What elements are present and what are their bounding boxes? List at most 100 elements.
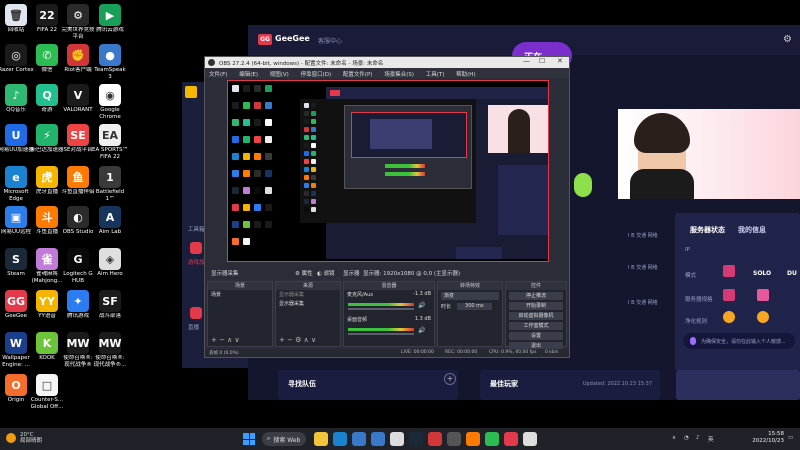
taskbar-app-riot[interactable] [428, 432, 442, 446]
weather-widget[interactable]: 20°C 局部晴朗 [6, 432, 42, 444]
menu-profile[interactable]: 配置文件(P) [343, 72, 373, 78]
input-language[interactable]: 英 [708, 435, 714, 443]
scene-controls[interactable]: + − ∧ ∨ [211, 336, 240, 344]
desktop-icon[interactable]: ◐ OBS Studio [60, 206, 96, 236]
desktop-icon[interactable]: □ Counter-S... Global Off... [29, 374, 65, 411]
taskbar-clock[interactable]: 15:58 2022/10/23 [752, 431, 784, 445]
display-select[interactable]: 显示器: 1920x1080 @ 0,0 (主显示器) [363, 269, 460, 277]
preview-icon [265, 221, 272, 228]
taskbar-app-geegee[interactable] [504, 432, 518, 446]
live-icon[interactable] [190, 307, 202, 319]
desktop-icon[interactable]: SF 战斗部落 [92, 290, 128, 320]
menu-scene-collection[interactable]: 场景集合(S) [384, 72, 414, 78]
desktop-icon[interactable]: ✊ Riot客户端 [60, 44, 96, 74]
volume-icon[interactable]: ♪ [696, 435, 700, 441]
desktop-icon-label: Google Chrome [99, 107, 121, 120]
speaker-icon[interactable]: 🔊 [418, 302, 425, 309]
studio-mode-button[interactable]: 工作室模式 [509, 322, 563, 330]
properties-button[interactable]: ⚙ 属性 [295, 269, 313, 277]
bitrate: 0 kb/s [545, 350, 559, 355]
tab-my-info[interactable]: 我的信息 [738, 225, 766, 235]
desktop-icon[interactable]: ◈ Aim Hero [92, 248, 128, 278]
preview-icon [254, 187, 261, 194]
desktop-icon[interactable]: MW 使命召唤®: 现代战争® [60, 332, 96, 369]
dropped-frames: 丢帧 0 (0.0%) [209, 351, 239, 356]
sidebar-item-live[interactable]: 直播 [188, 323, 199, 331]
filters-button[interactable]: ◐ 滤镜 [317, 269, 335, 277]
network-icon[interactable]: ◔ [684, 435, 689, 441]
best-player-panel[interactable]: 最佳玩家 Updated: 2022.10.23 15:37 [480, 370, 660, 400]
menu-file[interactable]: 文件(F) [209, 72, 227, 78]
duration-input[interactable]: 300 ms [457, 303, 492, 310]
desktop-icon[interactable]: 鱼斗鱼直播伴侣 [60, 166, 96, 196]
taskbar-app-wechat[interactable] [485, 432, 499, 446]
desktop-app-icon: GG [5, 290, 27, 312]
source-controls[interactable]: + − ⚙ ∧ ∨ [279, 336, 316, 344]
source-item-1[interactable]: 显示器采集 [276, 290, 340, 299]
sidebar-item-toolbox[interactable]: 工具箱 [188, 225, 205, 233]
transition-select[interactable]: 渐变 [441, 292, 499, 300]
boost-icon[interactable] [190, 242, 202, 254]
start-recording-button[interactable]: 开始录制 [509, 302, 563, 310]
taskbar-app-chrome[interactable] [390, 432, 404, 446]
mic-icon[interactable] [690, 337, 696, 345]
desktop-app-icon: S [5, 248, 27, 270]
gear-icon[interactable]: ⚙ [783, 34, 792, 45]
message-input[interactable]: 为确保安全，请勿在此输入个人敏感... [683, 333, 795, 349]
client-logo-icon [185, 86, 197, 98]
taskbar-app-mail[interactable] [371, 432, 385, 446]
virtual-camera-button[interactable]: 启动虚拟摄像机 [509, 312, 563, 320]
menu-help[interactable]: 帮助(H) [456, 72, 475, 78]
taskbar-app-file-explorer[interactable] [314, 432, 328, 446]
taskbar-app-obs[interactable] [447, 432, 461, 446]
preview-icon [232, 170, 239, 177]
desktop-icon[interactable]: V VALORANT [60, 84, 96, 114]
preview-status-card [498, 165, 548, 235]
desktop-icon[interactable]: ⚙ 完美世界竞技平台 [60, 4, 96, 41]
speaker-icon-2[interactable]: 🔊 [418, 327, 425, 334]
desktop-icon[interactable]: ▶ 腾讯云游戏 [92, 4, 128, 34]
desktop-icon[interactable]: EA EA SPORTS™ FIFA 22 [92, 124, 128, 161]
taskbar-app-game[interactable] [466, 432, 480, 446]
menu-view[interactable]: 视图(V) [270, 72, 289, 78]
menu-tools[interactable]: 工具(T) [426, 72, 445, 78]
obs-window[interactable]: OBS 27.2.4 (64-bit, windows) - 配置文件: 未命名… [204, 56, 570, 358]
duration-label: 时长 [441, 304, 452, 310]
scene-item[interactable]: 场景 [208, 290, 272, 299]
taskbar-search[interactable]: ⌕ 搜索 Web [262, 432, 306, 446]
add-team-icon[interactable]: + [444, 373, 456, 385]
taskbar-app-edge[interactable] [333, 432, 347, 446]
mixer-slider-desktop[interactable] [348, 333, 414, 335]
settings-button[interactable]: 设置 [509, 332, 563, 340]
desktop-icon[interactable]: ✦ 腾讯游戏 [60, 290, 96, 320]
desktop-icon[interactable]: A Aim Lab [92, 206, 128, 236]
obs-preview-canvas[interactable] [227, 80, 549, 262]
mixer-slider-mic[interactable] [348, 308, 414, 310]
obs-minimize-icon[interactable]: — [523, 57, 530, 65]
desktop-icon[interactable]: MW 使命召唤®: 现代战争®... [92, 332, 128, 369]
stop-streaming-button[interactable]: 停止推流 [509, 292, 563, 300]
taskbar-app-gg-client[interactable] [523, 432, 537, 446]
obs-maximize-icon[interactable]: ☐ [539, 57, 545, 65]
taskbar-app-store[interactable] [352, 432, 366, 446]
row-mode-solo: SOLO [753, 270, 772, 277]
notification-icon[interactable]: ▭ [788, 435, 793, 441]
tray-chevron-icon[interactable]: ∧ [672, 435, 676, 441]
preview-icon [232, 153, 239, 160]
windows-start-icon[interactable] [243, 433, 255, 445]
find-team-title: 寻找队伍 [288, 380, 316, 388]
tab-server-status[interactable]: 服务器状态 [690, 225, 725, 235]
source-item-2[interactable]: 显示器采集 [276, 299, 340, 308]
desktop-icon[interactable]: SE SE对战平台 [60, 124, 96, 154]
find-team-panel[interactable]: 寻找队伍 [278, 370, 458, 400]
desktop-icon[interactable]: G Logitech G HUB [60, 248, 96, 285]
taskbar-app-steam[interactable] [409, 432, 423, 446]
preview-icon [232, 119, 239, 126]
obs-close-icon[interactable]: ✕ [557, 57, 563, 65]
desktop-icon[interactable]: 1 Battlefield 1™ [92, 166, 128, 203]
desktop-icon[interactable]: ● TeamSpeak 3 [92, 44, 128, 81]
desktop-icon[interactable]: ◉ Google Chrome [92, 84, 128, 121]
menu-edit[interactable]: 编辑(E) [239, 72, 258, 78]
nav-support[interactable]: 客服中心 [318, 36, 342, 45]
menu-docks[interactable]: 停靠窗口(D) [301, 72, 332, 78]
